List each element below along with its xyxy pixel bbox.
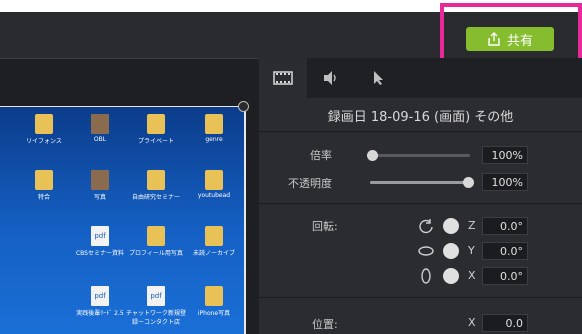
rotation-y-knob[interactable] [443, 243, 459, 259]
desktop-icon-label: チャットワーク新規登録ーコンタクト店 [126, 310, 186, 326]
rotation-x-knob[interactable] [443, 268, 459, 284]
desktop-top-border [0, 106, 244, 107]
desktop-icon[interactable]: pdf 実践後輩ﾘｰﾄﾞ 2.5 [70, 286, 130, 317]
desktop-icon-label: 自由研究セミナー [131, 194, 180, 201]
desktop-icon-label: CBSセミナー資料 [75, 250, 124, 257]
rotate-y-icon [418, 246, 434, 256]
speaker-icon [324, 71, 336, 85]
film-icon [273, 71, 293, 85]
section-divider [259, 203, 582, 204]
desktop-icon[interactable]: genre [184, 114, 244, 143]
rotation-y-value[interactable]: 0.0° [482, 242, 528, 260]
rotation-x-axis: X [468, 269, 476, 282]
rotate-z-icon [419, 219, 433, 234]
desktop-icon[interactable]: 写真 [70, 170, 130, 201]
folder-icon [147, 114, 165, 134]
desktop-icon-label: youtubead [197, 192, 231, 199]
scale-slider-knob[interactable] [367, 150, 378, 161]
rotation-z-knob[interactable] [443, 218, 459, 234]
opacity-slider-fill [370, 181, 470, 184]
scale-slider[interactable] [370, 154, 470, 157]
tab-cursor[interactable] [355, 58, 403, 98]
rotation-label: 回転: [312, 220, 338, 233]
rotation-y-axis: Y [468, 244, 475, 257]
desktop-icon-label: プライベート [137, 138, 174, 145]
scale-label: 倍率 [310, 149, 332, 162]
photo-icon [91, 114, 109, 134]
opacity-slider-knob[interactable] [463, 177, 474, 188]
desktop-icon[interactable]: プロフィール用写真 [126, 226, 186, 257]
section-divider-2 [259, 297, 582, 298]
desktop-icon-label: 特合 [37, 194, 50, 201]
folder-icon [35, 170, 53, 190]
pdf-icon: pdf [91, 226, 109, 246]
desktop-icon[interactable]: pdf CBSセミナー資料 [70, 226, 130, 257]
rotation-z-value[interactable]: 0.0° [482, 217, 528, 235]
desktop-icon-label: iPhone写真 [197, 310, 231, 317]
desktop-icon-label: genre [205, 136, 223, 143]
folder-icon [205, 114, 223, 134]
position-label: 位置: [312, 318, 338, 331]
rotate-x-icon [421, 268, 431, 284]
folder-icon [205, 226, 223, 246]
desktop-icon[interactable]: リイフォンス [14, 114, 74, 145]
rotation-x-value[interactable]: 0.0° [482, 267, 528, 285]
desktop-icon[interactable]: youtubead [184, 170, 244, 199]
folder-icon [147, 226, 165, 246]
pdf-icon: pdf [147, 286, 165, 306]
scale-value[interactable]: 100% [482, 146, 528, 164]
desktop-icon[interactable]: 未読ノーカイブ [184, 226, 244, 257]
panel-title: 録画日 18-09-16 (画面) その他 [327, 109, 514, 125]
folder-icon [35, 114, 53, 134]
desktop-icon-label: 未読ノーカイブ [192, 250, 235, 257]
photo-icon [91, 170, 109, 190]
position-x-axis: X [468, 316, 476, 329]
desktop-icon-label: OBL [93, 136, 107, 143]
resize-handle[interactable] [238, 101, 249, 112]
desktop-icon[interactable]: プライベート [126, 114, 186, 145]
desktop-icon-label: 写真 [93, 194, 106, 201]
tab-audio[interactable] [307, 58, 355, 98]
cursor-icon [374, 71, 383, 85]
desktop-preview[interactable]: リイフォンス OBL プライベート genre 特合 写真 自由研究セミナー youtubea… [0, 106, 246, 334]
desktop-icon[interactable]: OBL [70, 114, 130, 143]
desktop-icon[interactable]: 特合 [14, 170, 74, 201]
pdf-icon: pdf [91, 286, 109, 306]
canvas-divider [0, 58, 259, 59]
opacity-label: 不透明度 [288, 177, 332, 190]
tab-visual[interactable] [259, 58, 307, 98]
folder-icon [205, 170, 223, 190]
desktop-icon[interactable]: pdf チャットワーク新規登録ーコンタクト店 [126, 286, 186, 326]
opacity-slider[interactable] [370, 181, 470, 184]
title-divider [259, 131, 582, 132]
desktop-icon-label: プロフィール用写真 [129, 250, 183, 257]
desktop-icon[interactable]: iPhone写真 [184, 286, 244, 317]
rotation-z-axis: Z [468, 219, 476, 232]
properties-tabs [259, 58, 582, 98]
desktop-icon-label: 実践後輩ﾘｰﾄﾞ 2.5 [76, 310, 124, 317]
opacity-value[interactable]: 100% [482, 173, 528, 191]
folder-icon [147, 170, 165, 190]
desktop-icon[interactable]: 自由研究セミナー [126, 170, 186, 201]
desktop-icon-label: リイフォンス [26, 138, 62, 145]
position-x-value[interactable]: 0.0 [482, 314, 528, 332]
folder-icon [205, 286, 223, 306]
